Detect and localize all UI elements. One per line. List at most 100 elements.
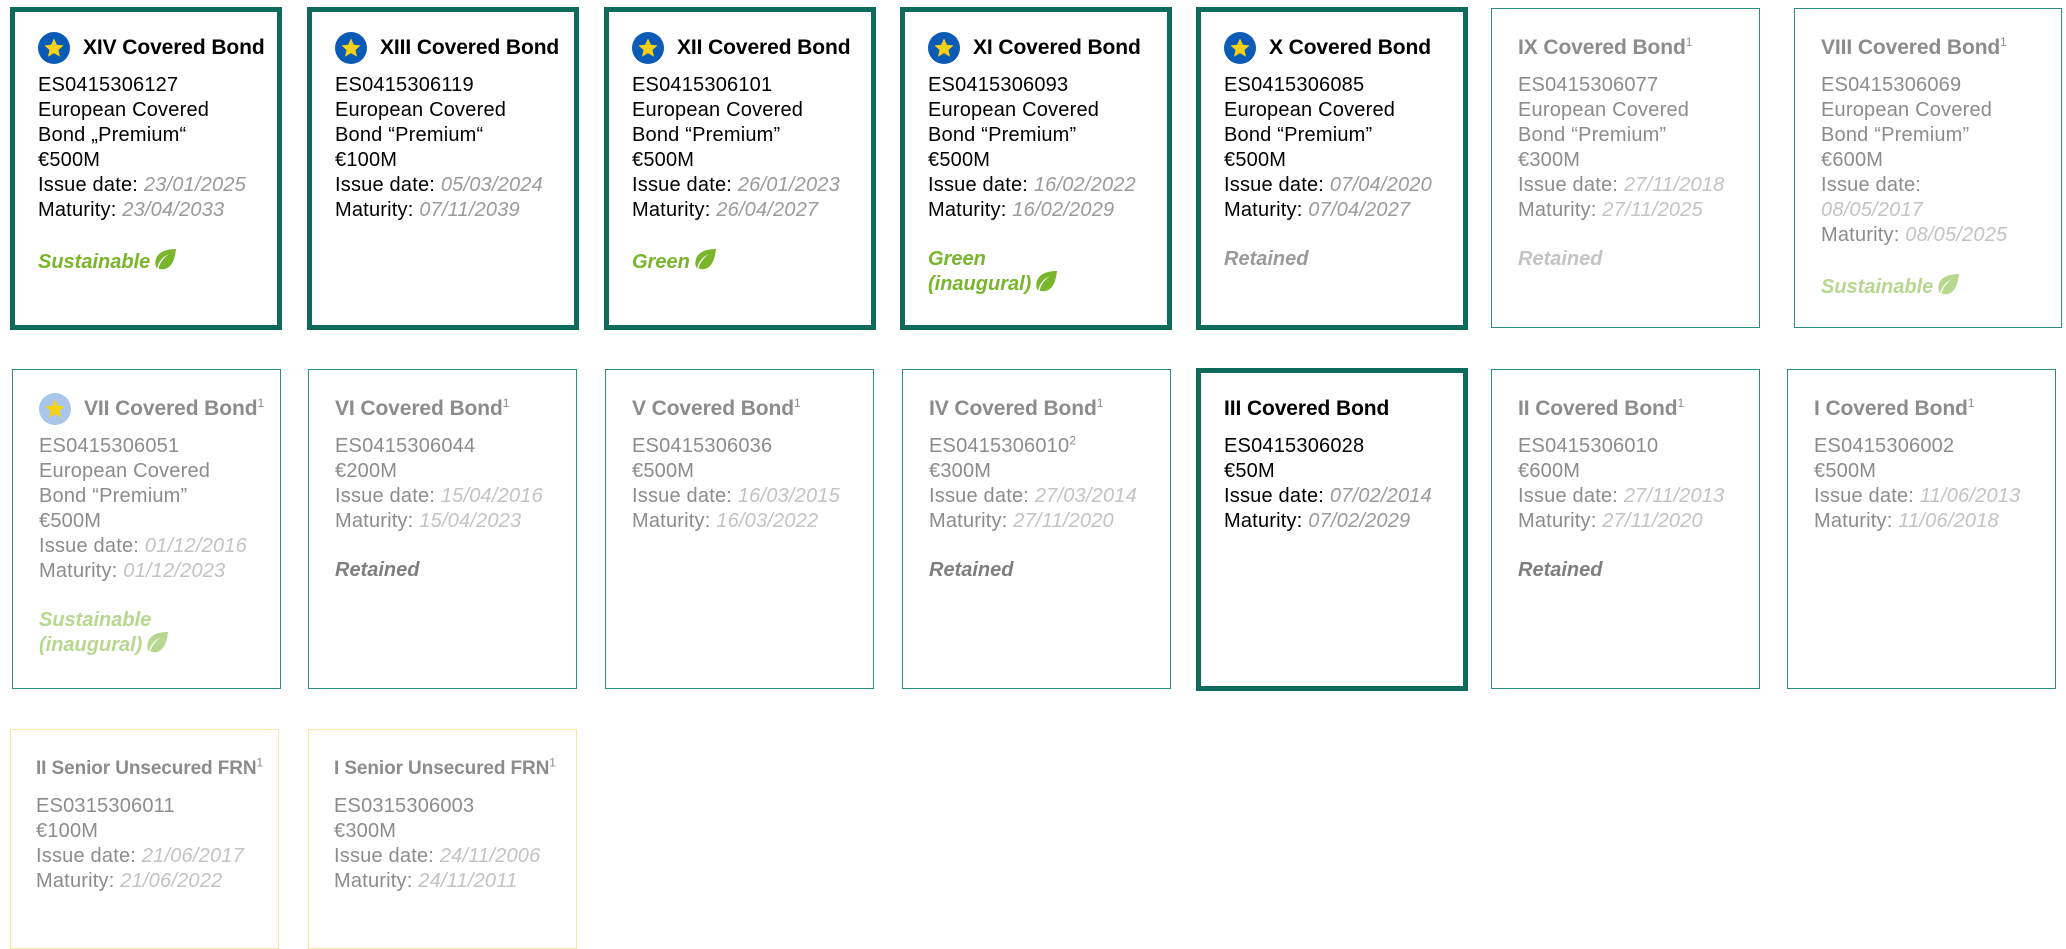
amount: €50M	[1224, 460, 1275, 482]
leaf-icon	[1033, 270, 1059, 294]
bond-title: II Covered Bond1	[1518, 396, 1685, 420]
isin: ES0415306036	[632, 435, 773, 457]
issue-date: Issue date: 15/04/2016	[335, 485, 543, 507]
sustainable-tag: Sustainable	[1821, 273, 2047, 298]
bond-type-line2: Bond “Premium”	[632, 124, 781, 146]
card-header: I Covered Bond1	[1814, 390, 2031, 428]
bond-card-vi[interactable]: VI Covered Bond1 ES0415306044 €200M Issu…	[308, 369, 577, 689]
issue-date: Issue date: 27/03/2014	[929, 485, 1137, 507]
issue-date: Issue date: 05/03/2024	[335, 174, 543, 196]
maturity-date: Maturity: 21/06/2022	[36, 870, 223, 892]
star-icon	[632, 32, 664, 64]
maturity-date: Maturity: 27/11/2020	[1518, 510, 1703, 532]
bond-type-line1: European Covered	[1821, 99, 1993, 121]
maturity-date: Maturity: 07/04/2027	[1224, 199, 1411, 221]
bond-card-xiii[interactable]: XIII Covered Bond ES0415306119 European …	[307, 7, 579, 330]
bond-card-ii[interactable]: II Covered Bond1 ES0415306010 €600M Issu…	[1491, 369, 1760, 689]
bond-card-iii[interactable]: III Covered Bond ES0415306028 €50M Issue…	[1196, 368, 1468, 691]
card-header: XIV Covered Bond	[38, 29, 265, 67]
retained-tag: Retained	[929, 559, 1014, 581]
sustainable-inaugural-tag: Sustainable (inaugural)	[39, 609, 256, 656]
leaf-icon	[1935, 273, 1961, 297]
bond-card-v[interactable]: V Covered Bond1 ES0415306036 €500M Issue…	[605, 369, 874, 689]
issue-date: Issue date: 21/06/2017	[36, 845, 244, 867]
maturity-date: Maturity: 27/11/2020	[929, 510, 1114, 532]
isin: ES0415306010	[1518, 435, 1659, 457]
maturity-date: Maturity: 08/05/2025	[1821, 224, 2008, 246]
isin: ES0415306101	[632, 74, 773, 96]
bond-type-line1: European Covered	[335, 99, 507, 121]
footnote-marker: 1	[257, 396, 265, 410]
bond-card-iv[interactable]: IV Covered Bond1 ES04153060102 €300M Iss…	[902, 369, 1171, 689]
bond-title: VII Covered Bond1	[84, 396, 265, 420]
frn-card-ii[interactable]: II Senior Unsecured FRN1 ES0315306011 €1…	[10, 729, 279, 949]
bond-card-ix[interactable]: IX Covered Bond1 ES0415306077 European C…	[1491, 8, 1760, 328]
bond-type-line1: European Covered	[39, 460, 211, 482]
card-header: II Senior Unsecured FRN1	[36, 750, 268, 788]
amount: €100M	[335, 149, 398, 171]
amount: €500M	[632, 460, 695, 482]
bond-type-line2: Bond “Premium”	[39, 485, 188, 507]
bond-type-line2: Bond “Premium”	[1518, 124, 1667, 146]
footnote-marker: 1	[793, 396, 801, 410]
green-inaugural-tag: Green (inaugural)	[928, 248, 1147, 295]
card-header: II Covered Bond1	[1518, 390, 1735, 428]
amount: €500M	[38, 149, 101, 171]
footnote-marker: 1	[256, 755, 264, 770]
amount: €500M	[928, 149, 991, 171]
amount: €500M	[39, 510, 102, 532]
leaf-icon	[152, 248, 178, 272]
card-header: XI Covered Bond	[928, 29, 1147, 67]
retained-tag: Retained	[1224, 248, 1309, 270]
issue-date-value: 08/05/2017	[1821, 199, 1924, 221]
sustainable-tag: Sustainable	[38, 248, 257, 273]
retained-tag: Retained	[1518, 559, 1603, 581]
bond-type-line2: Bond “Premium”	[1224, 124, 1373, 146]
amount: €200M	[335, 460, 398, 482]
maturity-date: Maturity: 23/04/2033	[38, 199, 225, 221]
bond-type-line2: Bond “Premium“	[335, 124, 484, 146]
issue-date: Issue date: 24/11/2006	[334, 845, 541, 867]
card-header: XIII Covered Bond	[335, 29, 559, 67]
bond-card-i[interactable]: I Covered Bond1 ES0415306002 €500M Issue…	[1787, 369, 2056, 689]
bond-title: IV Covered Bond1	[929, 396, 1104, 420]
isin: ES0415306028	[1224, 435, 1365, 457]
card-header: III Covered Bond	[1224, 390, 1443, 428]
bond-card-xiv[interactable]: XIV Covered Bond ES0415306127 European C…	[10, 7, 282, 330]
bond-title: X Covered Bond	[1269, 36, 1431, 59]
footnote-marker: 2	[1069, 433, 1077, 448]
bond-title: XIII Covered Bond	[380, 36, 560, 59]
isin: ES0415306069	[1821, 74, 1962, 96]
card-header: X Covered Bond	[1224, 29, 1443, 67]
amount: €300M	[334, 820, 397, 842]
issue-date: Issue date: 23/01/2025	[38, 174, 246, 196]
isin: ES0415306077	[1518, 74, 1659, 96]
bond-title: VIII Covered Bond1	[1821, 35, 2007, 59]
maturity-date: Maturity: 26/04/2027	[632, 199, 819, 221]
issue-date: Issue date: 07/02/2014	[1224, 485, 1432, 507]
frn-card-i[interactable]: I Senior Unsecured FRN1 ES0315306003 €30…	[308, 729, 577, 949]
issue-date: Issue date: 27/11/2013	[1518, 485, 1725, 507]
bond-type-line1: European Covered	[1518, 99, 1690, 121]
star-icon	[928, 32, 960, 64]
maturity-date: Maturity: 07/11/2039	[335, 199, 520, 221]
leaf-icon	[144, 631, 170, 655]
card-header: IX Covered Bond1	[1518, 29, 1735, 67]
bond-card-x[interactable]: X Covered Bond ES0415306085 European Cov…	[1196, 7, 1468, 330]
footnote-marker: 1	[549, 755, 556, 770]
isin: ES0415306093	[928, 74, 1069, 96]
bond-title: IX Covered Bond1	[1518, 35, 1693, 59]
card-header: VIII Covered Bond1	[1821, 29, 2047, 67]
maturity-date: Maturity: 16/02/2029	[928, 199, 1115, 221]
bond-card-vii[interactable]: VII Covered Bond1 ES0415306051 European …	[12, 369, 281, 689]
footnote-marker: 1	[1677, 396, 1685, 410]
bond-card-viii[interactable]: VIII Covered Bond1 ES0415306069 European…	[1794, 8, 2062, 328]
bond-card-xii[interactable]: XII Covered Bond ES0415306101 European C…	[604, 7, 876, 330]
card-header: I Senior Unsecured FRN1	[334, 750, 566, 788]
issue-date: Issue date: 11/06/2013	[1814, 485, 2021, 507]
issue-date: Issue date: 16/03/2015	[632, 485, 840, 507]
bond-title: II Senior Unsecured FRN1	[36, 755, 264, 779]
bond-type-line2: Bond “Premium”	[1821, 124, 1970, 146]
bond-card-xi[interactable]: XI Covered Bond ES0415306093 European Co…	[900, 7, 1172, 330]
maturity-date: Maturity: 15/04/2023	[335, 510, 522, 532]
